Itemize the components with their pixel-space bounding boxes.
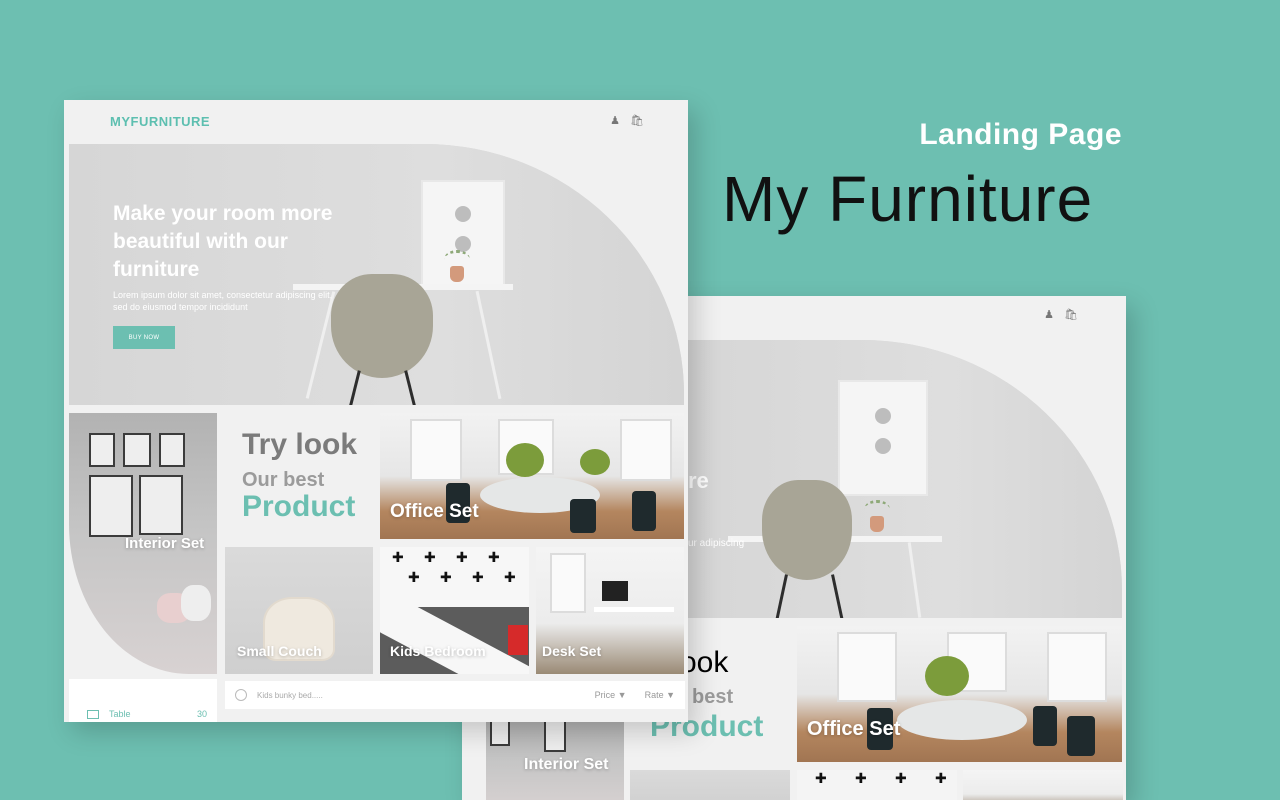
desk-set-label: Desk Set xyxy=(542,643,602,659)
chair xyxy=(331,274,433,378)
price-filter-dropdown[interactable]: Price ▼ xyxy=(595,690,627,700)
chair xyxy=(762,480,852,580)
category-sidebar: Table 30 xyxy=(69,679,217,722)
sidebar-item-table[interactable]: Table 30 xyxy=(87,709,207,719)
plant-pot xyxy=(444,250,470,282)
interior-set-label: Interior Set xyxy=(125,535,205,552)
search-icon xyxy=(235,689,247,701)
search-input[interactable]: Kids bunky bed..... xyxy=(257,691,323,700)
promo-line-2: Our best xyxy=(242,469,325,491)
section-subtitle: Landing Page xyxy=(919,118,1122,151)
hero-banner: re ur adipiscing xyxy=(688,340,1122,618)
plant-pot xyxy=(864,500,890,532)
small-couch-tile[interactable]: Small Couch xyxy=(225,547,373,674)
interior-set-label: Interior Set xyxy=(524,756,609,773)
kids-bedroom-tile[interactable]: ✚ ✚ ✚ ✚ xyxy=(797,770,957,800)
promo-line-3: Product xyxy=(242,490,356,523)
cart-icon[interactable]: 🛍 xyxy=(630,114,644,127)
desk-set-tile[interactable] xyxy=(963,770,1123,800)
search-filters: Price ▼ Rate ▼ xyxy=(595,690,675,700)
user-icon[interactable]: ♟ xyxy=(1044,308,1054,321)
product-search-bar: Kids bunky bed..... Price ▼ Rate ▼ xyxy=(225,681,685,709)
office-set-tile[interactable]: Office Set xyxy=(380,413,684,539)
hero-title: Make your room more beautiful with our f… xyxy=(113,202,333,281)
front-page-mockup: MYFURNITURE ♟ 🛍 Make your room more beau… xyxy=(64,100,688,722)
hero-desc-fragment: ur adipiscing xyxy=(688,538,745,549)
office-set-label: Office Set xyxy=(807,718,901,740)
buy-now-button[interactable]: BUY NOW xyxy=(113,326,175,349)
promo-line-1: Try look xyxy=(242,428,358,461)
small-couch-tile[interactable] xyxy=(630,770,790,800)
header-icons: ♟ 🛍 xyxy=(610,114,644,127)
presentation-title: My Furniture xyxy=(722,163,1094,235)
kids-bedroom-label: Kids Bedroom xyxy=(390,643,486,659)
small-couch-label: Small Couch xyxy=(237,643,322,659)
office-set-label: Office Set xyxy=(390,501,479,522)
hero-title-fragment: re xyxy=(688,468,709,493)
cart-icon[interactable]: 🛍 xyxy=(1064,308,1078,321)
hero-banner: Make your room more beautiful with our f… xyxy=(69,144,684,405)
office-set-tile[interactable]: Office Set xyxy=(797,626,1122,762)
user-icon[interactable]: ♟ xyxy=(610,114,620,127)
rate-filter-dropdown[interactable]: Rate ▼ xyxy=(645,690,675,700)
desk-set-tile[interactable]: Desk Set xyxy=(536,547,684,674)
table-icon xyxy=(87,709,99,719)
header-icons: ♟ 🛍 xyxy=(1044,308,1078,321)
site-logo[interactable]: MYFURNITURE xyxy=(110,114,210,129)
kids-bedroom-tile[interactable]: ✚ ✚ ✚ ✚ ✚ ✚ ✚ ✚ Kids Bedroom xyxy=(380,547,529,674)
promo-line-2: best xyxy=(692,686,734,708)
hero-description: Lorem ipsum dolor sit amet, consectetur … xyxy=(113,290,333,312)
wall-frame xyxy=(838,380,928,496)
interior-set-tile[interactable]: Interior Set xyxy=(69,413,217,674)
interior-set-tile[interactable]: Interior Set xyxy=(486,720,624,800)
sidebar-item-label: Table xyxy=(109,709,131,719)
sidebar-item-count: 30 xyxy=(196,709,207,719)
